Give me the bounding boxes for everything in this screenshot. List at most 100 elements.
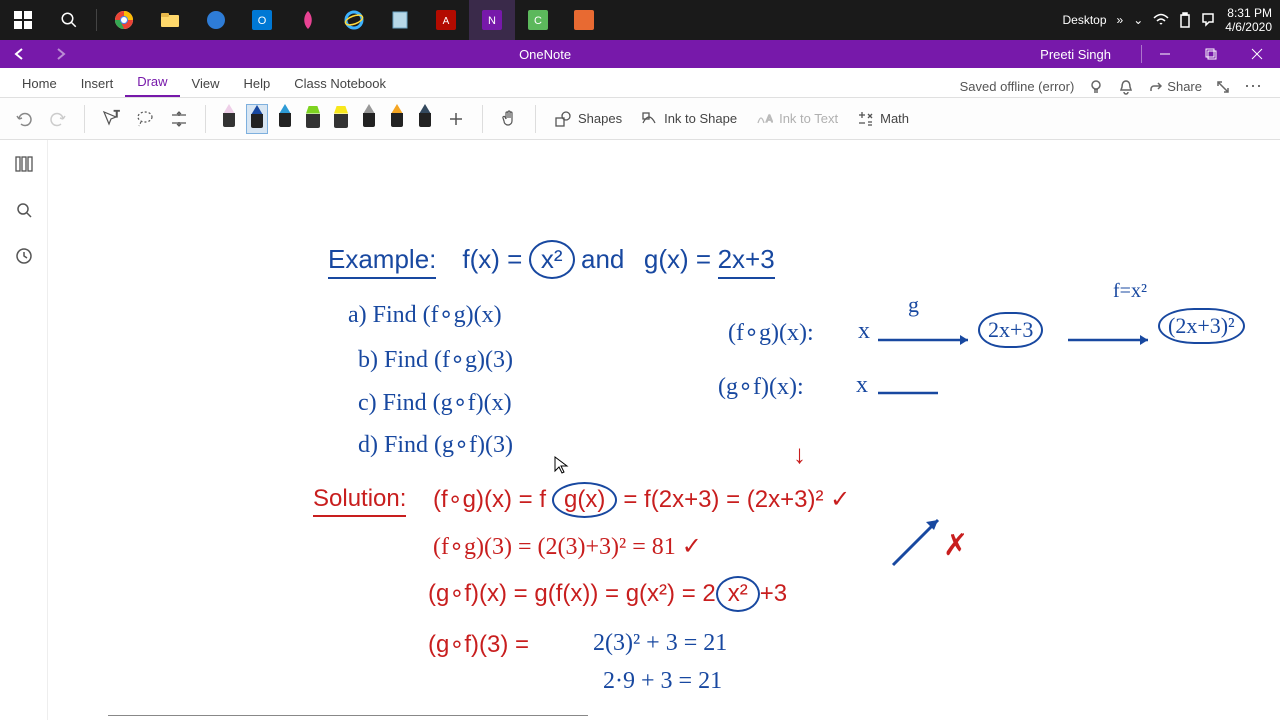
tab-help[interactable]: Help [232, 70, 283, 97]
notebooks-icon [14, 155, 34, 173]
taskbar-ie[interactable] [331, 0, 377, 40]
text-select-button[interactable]: T [97, 103, 125, 135]
ink-and: and [581, 244, 624, 274]
more-button[interactable]: ⋯ [1244, 76, 1264, 97]
redo-icon [49, 110, 67, 128]
recent-button[interactable] [12, 244, 36, 268]
windows-icon [14, 11, 32, 29]
maximize-button[interactable] [1188, 40, 1234, 68]
pen-darkblue[interactable] [414, 104, 436, 134]
share-icon [1148, 80, 1162, 94]
windows-taskbar: O A N C Desktop » ⌄ 8:31 PM 4/6/2020 [0, 0, 1280, 40]
arrow-left-icon [13, 47, 27, 61]
battery-icon[interactable] [1179, 12, 1191, 28]
tab-insert[interactable]: Insert [69, 70, 126, 97]
fullscreen-button[interactable] [1216, 80, 1230, 94]
tray-chevron-icon[interactable]: » [1117, 13, 1124, 27]
recorder-icon [574, 10, 594, 30]
arrow-diag-icon [888, 510, 948, 570]
desktop-toolbar-label[interactable]: Desktop [1063, 13, 1107, 27]
titlebar: OneNote Preeti Singh [0, 40, 1280, 68]
taskbar-recorder[interactable] [561, 0, 607, 40]
tab-draw[interactable]: Draw [125, 68, 179, 97]
svg-text:T: T [114, 109, 120, 119]
ink-part-a: a) Find (f∘g)(x) [348, 300, 502, 329]
highlighter-yellow[interactable] [330, 104, 352, 134]
highlighter-green[interactable] [302, 104, 324, 134]
taskbar-chrome[interactable] [101, 0, 147, 40]
touch-draw-button[interactable] [495, 103, 523, 135]
insert-space-button[interactable] [165, 103, 193, 135]
pen-black[interactable] [246, 104, 268, 134]
ink-part-d: d) Find (g∘f)(3) [358, 430, 513, 459]
tab-class-notebook[interactable]: Class Notebook [282, 70, 398, 97]
pen-grey[interactable] [358, 104, 380, 134]
insert-space-icon [169, 109, 189, 129]
ink-sol3: (g∘f)(x) = g(f(x)) = g(x²) = 2 [428, 580, 716, 607]
paint-icon [299, 10, 317, 30]
share-button[interactable]: Share [1148, 79, 1202, 94]
left-rail [0, 140, 48, 720]
ink-sol4-rhs: 2(3)² + 3 = 21 [593, 630, 727, 657]
expand-icon [1216, 80, 1230, 94]
lightbulb-button[interactable] [1088, 79, 1104, 95]
arrow-1-icon [878, 330, 978, 350]
ink-fx: f(x) = [462, 244, 522, 274]
tab-home[interactable]: Home [10, 70, 69, 97]
search-rail-button[interactable] [12, 198, 36, 222]
camtasia-icon: C [528, 10, 548, 30]
taskbar-notepad[interactable] [377, 0, 423, 40]
pdf-icon: A [436, 10, 456, 30]
arrow-right-icon [53, 47, 67, 61]
user-name[interactable]: Preeti Singh [1010, 47, 1141, 62]
clock-time: 8:31 PM [1225, 6, 1272, 20]
clock-icon [15, 247, 33, 265]
tab-view[interactable]: View [180, 70, 232, 97]
redo-button[interactable] [44, 103, 72, 135]
ink-cross: ✗ [943, 528, 968, 563]
math-button[interactable]: Math [850, 110, 915, 128]
close-icon [1251, 48, 1263, 60]
tray-expand-icon[interactable]: ⌄ [1133, 13, 1143, 27]
back-button[interactable] [0, 47, 40, 61]
ink-example-label: Example: [328, 244, 436, 279]
action-center-icon[interactable] [1201, 12, 1215, 28]
pen-blue[interactable] [274, 104, 296, 134]
eraser-tool[interactable] [218, 104, 240, 134]
math-icon [856, 110, 874, 128]
lightbulb-icon [1088, 79, 1104, 95]
undo-button[interactable] [10, 103, 38, 135]
system-clock[interactable]: 8:31 PM 4/6/2020 [1225, 6, 1272, 35]
add-pen-button[interactable] [442, 103, 470, 135]
plus-icon [448, 111, 464, 127]
ink-arrow-down: ↓ [793, 440, 806, 470]
notifications-button[interactable] [1118, 79, 1134, 95]
taskbar-onenote-active[interactable]: N [469, 0, 515, 40]
search-button[interactable] [46, 0, 92, 40]
ink-to-shape-button[interactable]: Ink to Shape [634, 110, 743, 128]
taskbar-camtasia[interactable]: C [515, 0, 561, 40]
shapes-button[interactable]: Shapes [548, 110, 628, 128]
taskbar-paint3d[interactable] [285, 0, 331, 40]
minimize-button[interactable] [1142, 40, 1188, 68]
ink-gx: g(x) = [644, 244, 711, 274]
pen-orange[interactable] [386, 104, 408, 134]
page-canvas[interactable]: Example: f(x) = x² and g(x) = 2x+3 a) Fi… [48, 140, 1280, 720]
taskbar-acrobat[interactable]: A [423, 0, 469, 40]
taskbar-edge-legacy[interactable] [193, 0, 239, 40]
start-button[interactable] [0, 0, 46, 40]
taskbar-outlook[interactable]: O [239, 0, 285, 40]
wifi-icon[interactable] [1153, 13, 1169, 27]
notebooks-button[interactable] [12, 152, 36, 176]
search-icon [15, 201, 33, 219]
folder-icon [160, 11, 180, 29]
forward-button[interactable] [40, 47, 80, 61]
draw-toolbar: T Shapes Ink to Shape AInk to Text Math [0, 98, 1280, 140]
close-button[interactable] [1234, 40, 1280, 68]
edge-icon [206, 10, 226, 30]
lasso-button[interactable] [131, 103, 159, 135]
ink-gof-x: x [856, 372, 868, 399]
taskbar-explorer[interactable] [147, 0, 193, 40]
chrome-icon [114, 10, 134, 30]
ink-sol5: 2·9 + 3 = 21 [603, 668, 722, 695]
